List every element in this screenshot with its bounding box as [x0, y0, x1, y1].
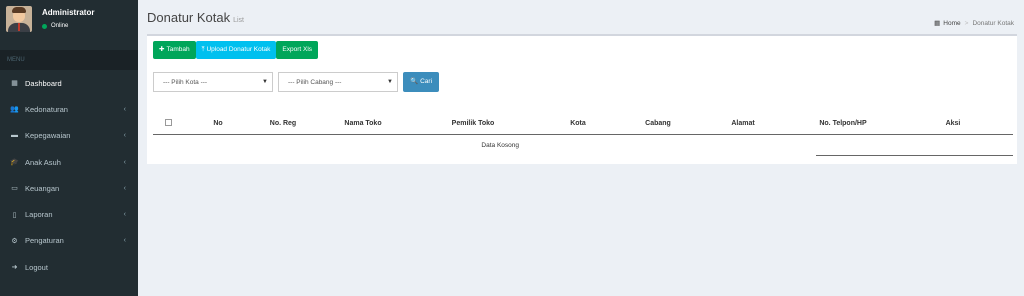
- sidebar: Administrator Online MENU ▦ Dashboard 👥 …: [0, 0, 138, 296]
- sidebar-item-kedonaturan[interactable]: 👥 Kedonaturan ‹: [0, 96, 138, 122]
- sidebar-item-label: Keuangan: [25, 183, 60, 193]
- money-icon: ▭: [11, 185, 18, 193]
- chevron-left-icon: ‹: [123, 211, 126, 219]
- add-button-label: Tambah: [166, 46, 190, 53]
- breadcrumb: ▦ Home > Donatur Kotak: [934, 10, 1014, 32]
- kota-select-value: --- Pilih Kota ---: [163, 78, 208, 86]
- table-divider: [816, 155, 1013, 156]
- col-no-telpon: No. Telpon/HP: [793, 114, 893, 135]
- col-no-reg: No. Reg: [253, 114, 313, 135]
- empty-message-text: Data Kosong: [481, 141, 519, 149]
- upload-icon: ⤒: [201, 46, 205, 53]
- chevron-left-icon: ‹: [123, 132, 126, 140]
- dashboard-icon: ▦: [934, 20, 941, 27]
- menu-header: MENU: [0, 50, 138, 70]
- plus-icon: ✚: [159, 46, 165, 53]
- sidebar-item-laporan[interactable]: ▯ Laporan ‹: [0, 201, 138, 227]
- avatar: [6, 6, 32, 32]
- page-title: Donatur Kotak List: [147, 10, 244, 32]
- sidebar-item-label: Kedonaturan: [25, 104, 68, 114]
- filters: --- Pilih Kota --- ▼ --- Pilih Cabang --…: [153, 72, 440, 92]
- caret-down-icon: ▼: [387, 79, 393, 85]
- sidebar-item-label: Dashboard: [25, 78, 62, 88]
- graduation-cap-icon: 🎓: [10, 159, 19, 167]
- search-button[interactable]: 🔍 Cari: [403, 72, 440, 92]
- online-status-icon: [42, 23, 47, 29]
- sidebar-item-label: Laporan: [25, 210, 53, 220]
- breadcrumb-separator: >: [964, 19, 969, 27]
- sidebar-item-dashboard[interactable]: ▦ Dashboard: [0, 70, 138, 96]
- cabang-select[interactable]: --- Pilih Cabang --- ▼: [278, 72, 398, 92]
- export-button-label: Export Xls: [282, 46, 313, 53]
- user-status-label: Online: [51, 23, 69, 29]
- col-cabang: Cabang: [623, 114, 693, 135]
- content-header: Donatur Kotak List ▦ Home > Donatur Kotak: [138, 0, 1024, 32]
- sidebar-item-label: Pengaturan: [25, 236, 64, 246]
- users-icon: 👥: [10, 106, 19, 114]
- breadcrumb-current: Donatur Kotak: [972, 19, 1014, 27]
- user-status: Online: [42, 23, 94, 29]
- file-icon: ▯: [12, 211, 17, 219]
- sidebar-item-anak-asuh[interactable]: 🎓 Anak Asuh ‹: [0, 149, 138, 175]
- col-aksi: Aksi: [893, 114, 1013, 135]
- upload-button-label: Upload Donatur Kotak: [206, 46, 271, 53]
- col-alamat: Alamat: [693, 114, 793, 135]
- sidebar-item-logout[interactable]: ➜ Logout: [0, 254, 138, 280]
- chevron-left-icon: ‹: [123, 158, 126, 166]
- dashboard-icon: ▦: [11, 80, 18, 88]
- search-icon: 🔍: [410, 78, 419, 85]
- export-button[interactable]: Export Xls: [276, 41, 319, 59]
- sign-out-icon: ➜: [11, 264, 18, 272]
- user-panel: Administrator Online: [0, 0, 138, 46]
- main-content: Donatur Kotak List ▦ Home > Donatur Kotak…: [138, 0, 1024, 296]
- add-button[interactable]: ✚ Tambah: [153, 41, 196, 59]
- sidebar-item-kepegawaian[interactable]: ▬ Kepegawaian ‹: [0, 123, 138, 149]
- table-row: Data Kosong: [153, 134, 1013, 156]
- search-button-label: Cari: [420, 78, 433, 85]
- chevron-left-icon: ‹: [123, 237, 126, 245]
- col-pemilik-toko: Pemilik Toko: [413, 114, 533, 135]
- sidebar-item-label: Kepegawaian: [25, 131, 71, 141]
- user-name: Administrator: [42, 8, 95, 17]
- chevron-left-icon: ‹: [123, 105, 126, 113]
- select-all-header: [153, 114, 183, 135]
- sidebar-item-keuangan[interactable]: ▭ Keuangan ‹: [0, 175, 138, 201]
- caret-down-icon: ▼: [262, 79, 268, 85]
- col-nama-toko: Nama Toko: [313, 114, 413, 135]
- data-table: No No. Reg Nama Toko Pemilik Toko Kota C…: [153, 114, 1013, 156]
- toolbar: ✚ Tambah ⤒ Upload Donatur Kotak Export X…: [153, 41, 319, 59]
- sidebar-item-label: Logout: [25, 262, 48, 272]
- breadcrumb-home[interactable]: Home: [943, 20, 960, 27]
- sidebar-item-pengaturan[interactable]: ⚙ Pengaturan ‹: [0, 228, 138, 254]
- briefcase-icon: ▬: [11, 132, 18, 140]
- content-box: ✚ Tambah ⤒ Upload Donatur Kotak Export X…: [147, 34, 1017, 164]
- col-kota: Kota: [533, 114, 623, 135]
- chevron-left-icon: ‹: [123, 184, 126, 192]
- empty-message: Data Kosong: [153, 134, 533, 156]
- upload-button[interactable]: ⤒ Upload Donatur Kotak: [195, 41, 277, 59]
- col-no: No: [183, 114, 253, 135]
- sidebar-item-label: Anak Asuh: [25, 157, 61, 167]
- kota-select[interactable]: --- Pilih Kota --- ▼: [153, 72, 273, 92]
- cog-icon: ⚙: [11, 237, 18, 245]
- page-title-text: Donatur Kotak: [147, 10, 231, 25]
- page-subtitle: List: [233, 17, 245, 24]
- select-all-checkbox[interactable]: [164, 119, 172, 127]
- table-header-row: No No. Reg Nama Toko Pemilik Toko Kota C…: [153, 114, 1013, 135]
- cabang-select-value: --- Pilih Cabang ---: [288, 78, 342, 86]
